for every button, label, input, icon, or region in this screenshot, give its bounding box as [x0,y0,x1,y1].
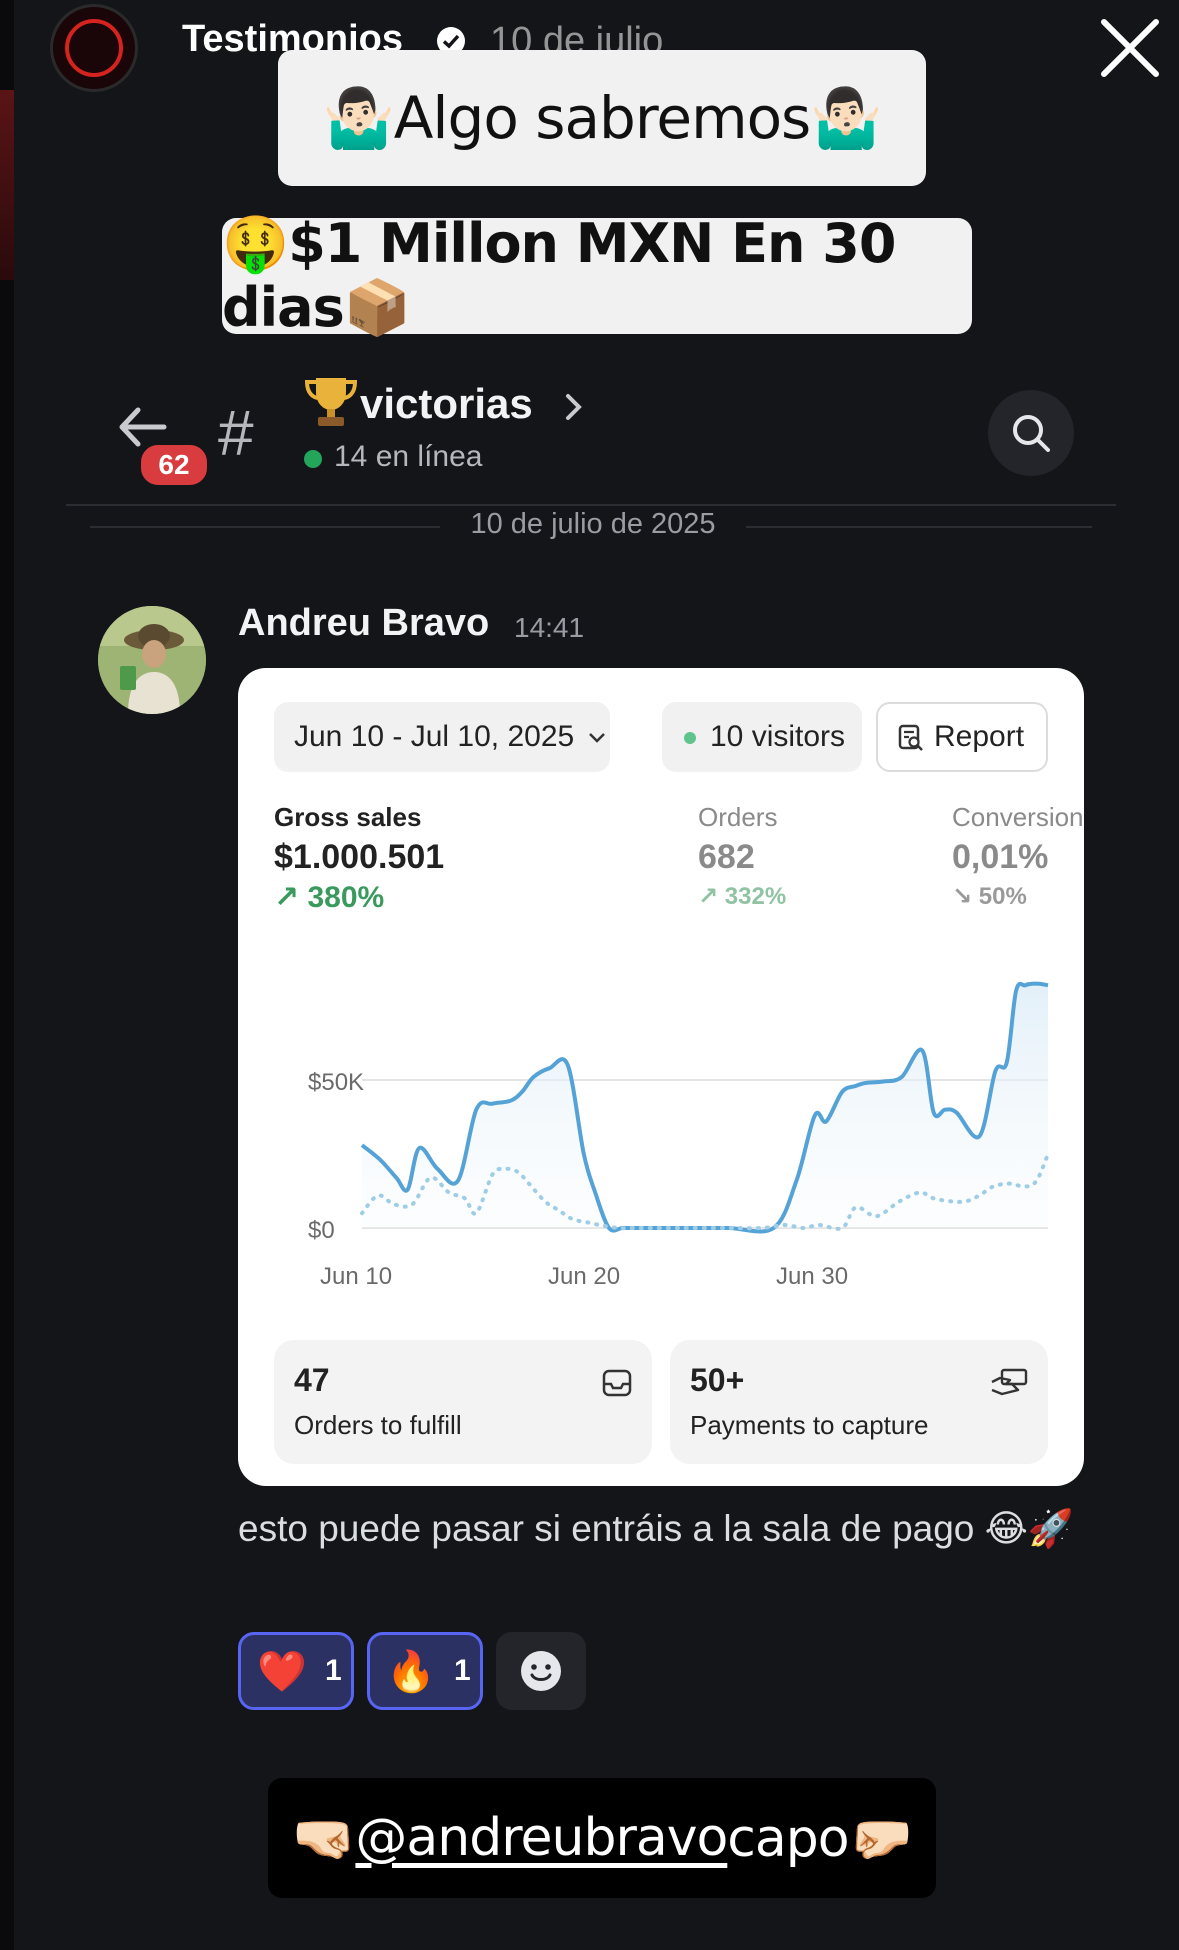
reaction-heart-count: 1 [325,1654,342,1687]
fire-emoji-icon: 🔥 [386,1648,436,1695]
x-tick-label: Jun 20 [548,1263,620,1290]
reaction-fire-button[interactable]: 🔥 1 [367,1632,483,1710]
left-edge [0,0,14,1950]
message-text: esto puede pasar si entráis a la sala de… [238,1508,1074,1549]
avatar-photo [98,606,206,714]
online-indicator [304,450,322,468]
date-divider-right [746,526,1092,528]
search-button[interactable] [988,390,1074,476]
reaction-fire-count: 1 [454,1654,471,1687]
logo-ring [65,19,123,77]
payments-to-capture-label: Payments to capture [690,1410,929,1440]
unread-badge: 62 [138,442,210,488]
y-tick-label: $0 [308,1217,335,1244]
date-separator: 10 de julio de 2025 [470,508,716,540]
mention-link[interactable]: @andreubravo [355,1808,728,1868]
add-reaction-button[interactable] [496,1632,586,1710]
sales-line-chart: $50K $0 Jun 10 Jun 20 Jun 30 [308,981,1050,1290]
shopify-screenshot[interactable]: Jun 10 - Jul 10, 2025 10 visitors Report… [238,668,1084,1486]
orders-to-fulfill-card[interactable]: 47 Orders to fulfill [274,1340,652,1464]
y-tick-label: $50K [308,1069,364,1096]
online-count: 14 en línea [334,440,483,473]
x-tick-label: Jun 30 [776,1263,848,1290]
orders-to-fulfill-count: 47 [294,1362,330,1398]
payments-to-capture-card[interactable]: 50+ Payments to capture [670,1340,1048,1464]
smiley-icon [521,1651,561,1691]
payment-hand-icon [991,1368,1028,1396]
story-caption-bottom: 🤜🏻 @andreubravo capo🤛🏻 [268,1778,936,1898]
orders-to-fulfill-label: Orders to fulfill [294,1410,462,1440]
close-icon[interactable] [1098,16,1162,80]
left-edge-accent [0,90,14,280]
inbox-icon [602,1369,632,1397]
avatar[interactable] [98,606,206,714]
story-caption-top: 🤷🏻‍♂️Algo sabremos🤷🏻‍♂️ [278,50,926,186]
x-tick-label: Jun 10 [320,1263,392,1290]
channel-name[interactable]: victorias [360,380,533,428]
message-author[interactable]: Andreu Bravo [238,602,489,645]
story-caption-mid: 🤑$1 Millon MXN En 30 dias📦 [222,212,972,339]
caption-bottom-prefix: 🤜🏻 [291,1808,357,1869]
trophy-icon [304,378,358,426]
reaction-heart-button[interactable]: ❤️ 1 [238,1632,354,1710]
header-divider [66,504,1116,506]
chevron-right-icon[interactable] [562,392,586,422]
story-account-avatar[interactable] [50,4,138,92]
series-area-fill [362,983,1048,1232]
channel-hash-icon: # [218,397,254,469]
search-icon [1013,415,1050,452]
message-timestamp: 14:41 [514,612,585,643]
date-divider-left [90,526,440,528]
heart-emoji-icon: ❤️ [257,1648,307,1695]
payments-to-capture-count: 50+ [690,1362,745,1398]
caption-bottom-suffix: capo🤛🏻 [727,1808,913,1869]
